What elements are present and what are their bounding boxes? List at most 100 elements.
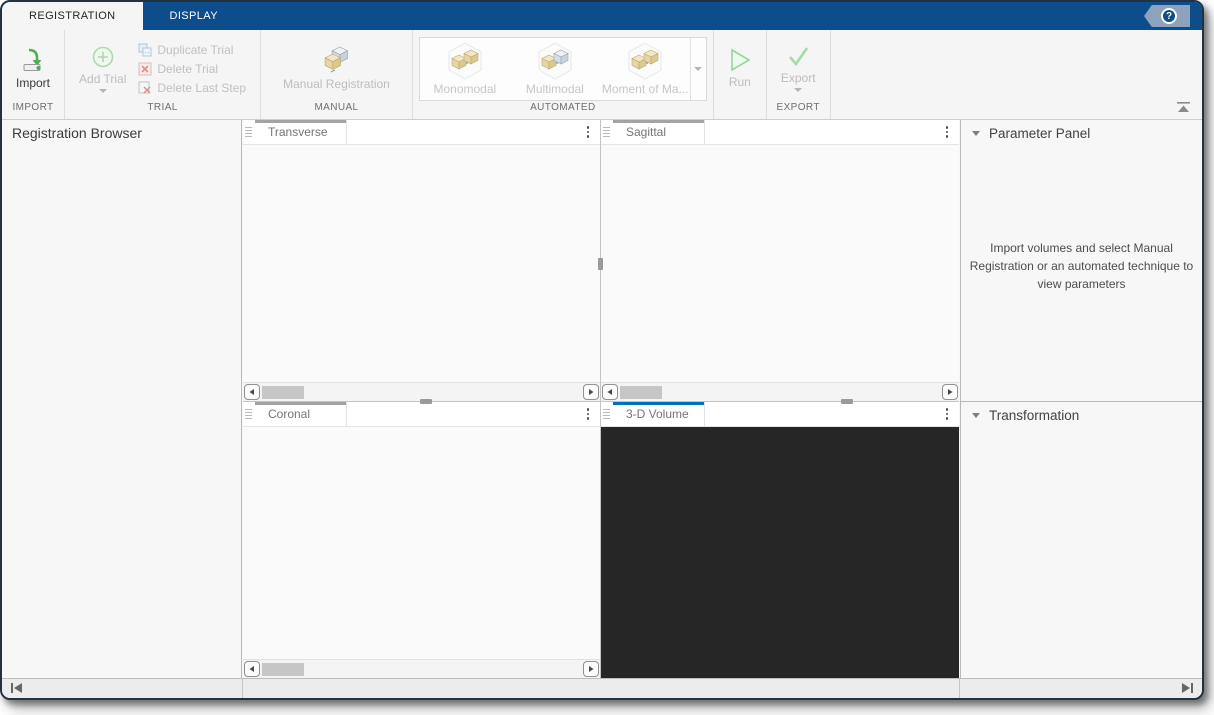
duplicate-trial-button[interactable]: Duplicate Trial xyxy=(138,43,246,57)
sagittal-tab[interactable]: Sagittal xyxy=(613,120,705,144)
manual-registration-button[interactable]: Manual Registration xyxy=(275,44,398,93)
duplicate-trial-icon xyxy=(138,43,152,57)
transformation-panel: Transformation xyxy=(961,402,1202,678)
tab-display-label: DISPLAY xyxy=(170,10,218,22)
add-trial-icon xyxy=(91,45,115,69)
gallery-dropdown-icon xyxy=(694,67,702,71)
volume-tab[interactable]: 3-D Volume xyxy=(613,402,705,426)
sagittal-tabstrip: Sagittal xyxy=(601,120,959,145)
trial-section-label: TRIAL xyxy=(65,102,260,119)
parameter-panel-hint: Import volumes and select Manual Registr… xyxy=(963,239,1201,293)
figure-panel-coronal: Coronal xyxy=(243,402,600,678)
transformation-title: Transformation xyxy=(989,408,1079,423)
delete-trial-button[interactable]: Delete Trial xyxy=(138,62,246,76)
transverse-tabstrip: Transverse xyxy=(243,120,600,145)
figure-panel-3d-volume: 3-D Volume xyxy=(601,402,959,678)
figure-panel-sagittal: Sagittal xyxy=(601,120,959,401)
export-dropdown-icon xyxy=(794,88,802,92)
right-panel: Parameter Panel Import volumes and selec… xyxy=(960,120,1202,678)
help-icon: ? xyxy=(1161,8,1177,24)
sagittal-viewport[interactable] xyxy=(601,145,959,382)
volume-viewport[interactable] xyxy=(601,427,959,678)
import-button[interactable]: Import xyxy=(8,45,58,92)
sagittal-tab-label: Sagittal xyxy=(626,125,666,139)
section-trial: Add Trial Duplicate Trial xyxy=(65,30,261,119)
splitter-handle[interactable] xyxy=(598,258,603,270)
drag-grip-icon[interactable] xyxy=(603,409,610,419)
coronal-tab[interactable]: Coronal xyxy=(255,402,347,426)
skip-to-end-button[interactable] xyxy=(1181,682,1194,694)
splitter-handle[interactable] xyxy=(841,399,853,404)
add-trial-label: Add Trial xyxy=(79,72,126,86)
splitter-handle[interactable] xyxy=(420,399,432,404)
section-run: Run xyxy=(714,30,767,119)
multimodal-button[interactable]: Multimodal xyxy=(510,38,600,100)
drag-grip-icon[interactable] xyxy=(245,409,252,419)
scroll-thumb[interactable] xyxy=(620,386,662,399)
scroll-thumb[interactable] xyxy=(262,386,304,399)
skip-to-start-button[interactable] xyxy=(10,682,23,694)
coronal-tab-label: Coronal xyxy=(268,407,310,421)
parameter-panel-header[interactable]: Parameter Panel xyxy=(961,120,1202,147)
add-trial-button[interactable]: Add Trial xyxy=(71,43,134,95)
run-section-label xyxy=(714,102,766,119)
transverse-menu-button[interactable] xyxy=(587,126,590,138)
parameter-panel-title: Parameter Panel xyxy=(989,126,1090,141)
manual-section-label: MANUAL xyxy=(261,102,412,119)
automated-section-label: AUTOMATED xyxy=(413,102,713,119)
scroll-thumb[interactable] xyxy=(262,663,304,676)
duplicate-trial-label: Duplicate Trial xyxy=(157,43,233,57)
add-trial-dropdown-icon xyxy=(99,89,107,93)
tab-display[interactable]: DISPLAY xyxy=(143,2,245,30)
scroll-left-button[interactable] xyxy=(602,384,618,400)
moment-of-mass-label: Moment of Ma... xyxy=(602,82,688,96)
coronal-menu-button[interactable] xyxy=(587,408,590,420)
scroll-right-button[interactable] xyxy=(942,384,958,400)
manual-registration-icon xyxy=(321,46,351,74)
monomodal-label: Monomodal xyxy=(433,82,496,96)
section-export: Export EXPORT xyxy=(767,30,831,119)
run-icon xyxy=(728,48,752,72)
bottom-bar-divider xyxy=(242,679,243,698)
coronal-tabstrip: Coronal xyxy=(243,402,600,427)
monomodal-button[interactable]: Monomodal xyxy=(420,38,510,100)
scroll-left-button[interactable] xyxy=(244,384,260,400)
scroll-right-button[interactable] xyxy=(583,384,599,400)
ribbon: Import IMPORT Add Trial xyxy=(2,30,1202,120)
help-area: ? xyxy=(1144,2,1202,30)
figure-panel-transverse: Transverse xyxy=(243,120,600,401)
drag-grip-icon[interactable] xyxy=(245,127,252,137)
moment-of-mass-icon xyxy=(625,42,665,80)
export-button[interactable]: Export xyxy=(773,44,824,94)
bottom-bar-divider xyxy=(959,679,960,698)
coronal-scrollbar xyxy=(243,659,600,678)
tab-registration[interactable]: REGISTRATION xyxy=(2,2,143,30)
parameter-panel-body: Import volumes and select Manual Registr… xyxy=(961,147,1202,293)
drag-grip-icon[interactable] xyxy=(603,127,610,137)
transverse-tab-label: Transverse xyxy=(268,125,328,139)
scroll-right-button[interactable] xyxy=(583,661,599,677)
sagittal-menu-button[interactable] xyxy=(946,126,949,138)
delete-trial-icon xyxy=(138,62,152,76)
collapse-ribbon-button[interactable] xyxy=(1177,102,1190,113)
scroll-left-button[interactable] xyxy=(244,661,260,677)
multimodal-icon xyxy=(535,42,575,80)
moment-of-mass-button[interactable]: Moment of Ma... xyxy=(600,38,690,100)
multimodal-label: Multimodal xyxy=(526,82,584,96)
transformation-header[interactable]: Transformation xyxy=(961,402,1202,429)
manual-registration-label: Manual Registration xyxy=(283,77,390,91)
collapse-triangle-icon xyxy=(972,131,980,136)
transverse-viewport[interactable] xyxy=(243,145,600,382)
export-icon xyxy=(786,46,810,68)
import-label: Import xyxy=(16,76,50,90)
section-manual: Manual Registration MANUAL xyxy=(261,30,413,119)
delete-last-step-button[interactable]: Delete Last Step xyxy=(138,81,246,95)
section-automated: Monomodal Multimodal xyxy=(413,30,714,119)
transverse-tab[interactable]: Transverse xyxy=(255,120,347,144)
run-button[interactable]: Run xyxy=(720,46,760,91)
gallery-dropdown-button[interactable] xyxy=(690,38,706,100)
export-label: Export xyxy=(781,71,816,85)
volume-menu-button[interactable] xyxy=(946,408,949,420)
help-button[interactable]: ? xyxy=(1144,5,1190,27)
coronal-viewport[interactable] xyxy=(243,427,600,659)
